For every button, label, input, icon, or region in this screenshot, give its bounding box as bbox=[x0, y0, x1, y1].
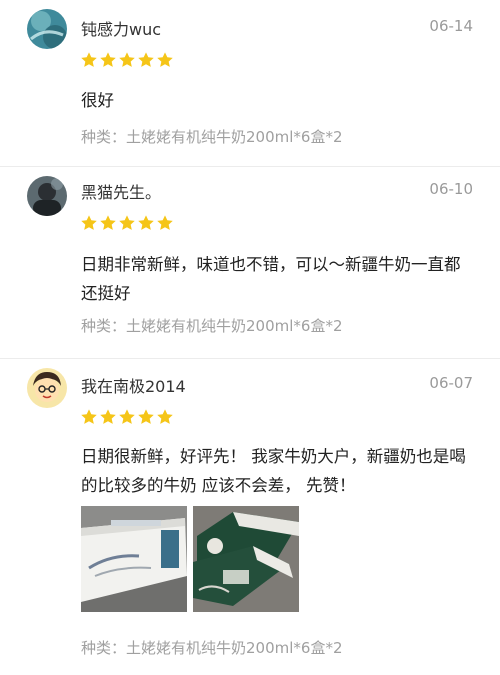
review-content: 日期非常新鲜，味道也不错，可以～新疆牛奶一直都还挺好 bbox=[81, 255, 461, 303]
review-item: 钝感力wuc 06-14 很好 种类：土姥姥有机纯牛奶200ml*6盒*2 bbox=[0, 0, 500, 170]
review-date: 06-14 bbox=[429, 17, 473, 35]
review-date: 06-10 bbox=[429, 180, 473, 198]
review-item: 黑猫先生。 06-10 日期非常新鲜，味道也不错，可以～新疆牛奶一直都还挺好 种… bbox=[0, 166, 500, 360]
star-icon bbox=[137, 408, 155, 426]
product-variant: 种类：土姥姥有机纯牛奶200ml*6盒*2 bbox=[81, 639, 343, 657]
product-variant: 种类：土姥姥有机纯牛奶200ml*6盒*2 bbox=[81, 128, 343, 146]
star-icon bbox=[118, 408, 136, 426]
avatar-image bbox=[27, 368, 67, 408]
rating-stars bbox=[80, 51, 174, 71]
milk-box-photo-image bbox=[81, 506, 187, 612]
milk-box-green-photo[interactable] bbox=[193, 506, 299, 612]
milk-box-photo[interactable] bbox=[81, 506, 187, 612]
avatar-image bbox=[27, 176, 67, 216]
review-date: 06-07 bbox=[429, 374, 473, 392]
star-icon bbox=[156, 214, 174, 232]
product-variant: 种类：土姥姥有机纯牛奶200ml*6盒*2 bbox=[81, 317, 343, 335]
username[interactable]: 黑猫先生。 bbox=[81, 179, 161, 203]
star-icon bbox=[99, 214, 117, 232]
star-icon bbox=[99, 408, 117, 426]
review-content: 很好 bbox=[81, 91, 114, 110]
star-icon bbox=[80, 408, 98, 426]
star-icon bbox=[118, 51, 136, 69]
avatar-image bbox=[27, 9, 67, 49]
milk-box-green-photo-image bbox=[193, 506, 299, 612]
username[interactable]: 钝感力wuc bbox=[81, 16, 161, 40]
user-avatar[interactable] bbox=[27, 9, 67, 49]
star-icon bbox=[137, 51, 155, 69]
star-icon bbox=[156, 408, 174, 426]
review-content: 日期很新鲜，好评先！ 我家牛奶大户，新疆奶也是喝的比较多的牛奶 应该不会差， 先… bbox=[81, 447, 466, 495]
user-avatar[interactable] bbox=[27, 368, 67, 408]
star-icon bbox=[118, 214, 136, 232]
username[interactable]: 我在南极2014 bbox=[81, 373, 186, 397]
rating-stars bbox=[80, 408, 174, 428]
star-icon bbox=[99, 51, 117, 69]
star-icon bbox=[156, 51, 174, 69]
star-icon bbox=[80, 51, 98, 69]
star-icon bbox=[137, 214, 155, 232]
star-icon bbox=[80, 214, 98, 232]
user-avatar[interactable] bbox=[27, 176, 67, 216]
rating-stars bbox=[80, 214, 174, 234]
